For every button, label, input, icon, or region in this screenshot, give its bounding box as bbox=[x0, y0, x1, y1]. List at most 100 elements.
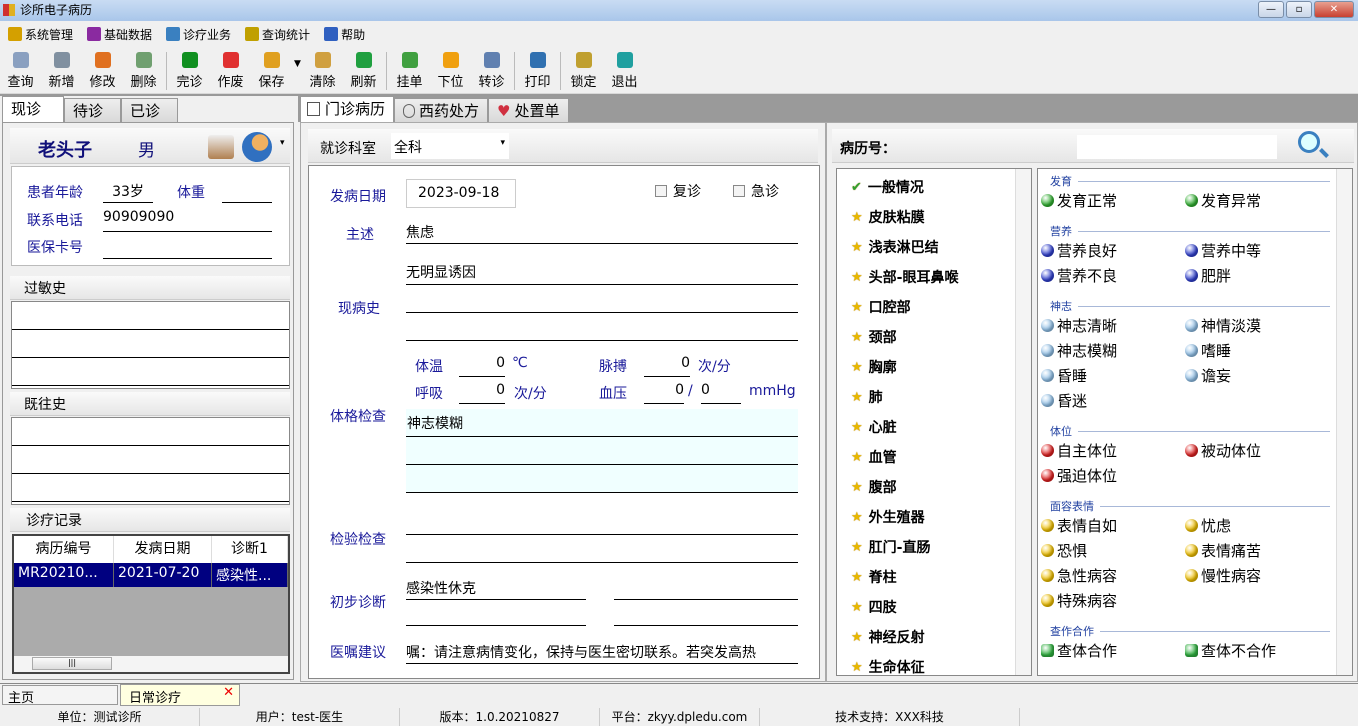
resp-field[interactable]: 0 bbox=[459, 382, 505, 404]
complaint-field[interactable]: 焦虑 bbox=[406, 222, 798, 244]
tab-waiting[interactable]: 待诊 bbox=[64, 98, 121, 123]
present-illness-field[interactable]: 无明显诱因 bbox=[406, 262, 798, 285]
allergy-field[interactable] bbox=[11, 301, 290, 389]
toolbar-button-3[interactable]: 删除 bbox=[123, 51, 164, 90]
tab-prescription[interactable]: 西药处方 bbox=[394, 98, 489, 123]
tree-item[interactable]: ★ 头部-眼耳鼻喉 bbox=[837, 262, 1031, 292]
tree-item[interactable]: ★ 口腔部 bbox=[837, 292, 1031, 322]
toolbar-button-15[interactable]: 打印 bbox=[517, 51, 558, 90]
minimize-button[interactable]: — bbox=[1258, 1, 1284, 18]
toolbar-button-1[interactable]: 新增 bbox=[41, 51, 82, 90]
exam-field[interactable]: 神志模糊 bbox=[406, 409, 798, 493]
emergency-checkbox[interactable] bbox=[733, 185, 745, 197]
scroll-thumb[interactable]: ||| bbox=[32, 657, 112, 670]
toolbar-button-17[interactable]: 锁定 bbox=[563, 51, 604, 90]
weight-field[interactable] bbox=[222, 181, 272, 203]
column-header[interactable]: 诊断1 bbox=[212, 536, 288, 563]
table-row[interactable]: MR20210... 2021-07-20 感染性... bbox=[14, 563, 288, 587]
option-item[interactable]: 神情淡漠 bbox=[1185, 315, 1261, 336]
option-item[interactable]: 嗜睡 bbox=[1185, 340, 1231, 361]
option-item[interactable]: 被动体位 bbox=[1185, 440, 1261, 461]
tab-treatment[interactable]: ♥ 处置单 bbox=[488, 98, 569, 123]
menu-4[interactable]: 帮助 bbox=[324, 26, 365, 43]
column-header[interactable]: 病历编号 bbox=[14, 536, 114, 563]
toolbar-button-8[interactable]: 清除 bbox=[302, 51, 343, 90]
menu-3[interactable]: 查询统计 bbox=[245, 26, 310, 43]
toolbar-button-0[interactable]: 查询 bbox=[0, 51, 41, 90]
column-header[interactable]: 发病日期 bbox=[114, 536, 212, 563]
toolbar-button-7[interactable]: 保存 bbox=[251, 51, 292, 90]
tab-daily-treatment[interactable]: 日常诊疗 ✕ bbox=[120, 684, 240, 706]
bp-diastolic-field[interactable]: 0 bbox=[701, 382, 741, 404]
tree-item[interactable]: ★ 皮肤粘膜 bbox=[837, 202, 1031, 232]
tree-item[interactable]: ★ 脊柱 bbox=[837, 562, 1031, 592]
tree-item[interactable]: ★ 外生殖器 bbox=[837, 502, 1031, 532]
tab-home[interactable]: 主页 bbox=[2, 685, 118, 706]
option-item[interactable]: 营养中等 bbox=[1185, 240, 1261, 261]
option-item[interactable]: 查体合作 bbox=[1041, 640, 1117, 661]
temp-field[interactable]: 0 bbox=[459, 355, 505, 377]
menu-1[interactable]: 基础数据 bbox=[87, 26, 152, 43]
menu-2[interactable]: 诊疗业务 bbox=[166, 26, 231, 43]
search-icon[interactable] bbox=[1298, 131, 1320, 153]
tree-scrollbar[interactable] bbox=[1015, 169, 1031, 675]
history-field[interactable] bbox=[11, 417, 290, 505]
pulse-field[interactable]: 0 bbox=[644, 355, 690, 377]
tree-item[interactable]: ★ 浅表淋巴结 bbox=[837, 232, 1031, 262]
tree-item[interactable]: ★ 腹部 bbox=[837, 472, 1031, 502]
tree-item[interactable]: ★ 心脏 bbox=[837, 412, 1031, 442]
diagnosis-1-field[interactable]: 感染性休克 bbox=[406, 578, 586, 600]
menu-0[interactable]: 系统管理 bbox=[8, 26, 73, 43]
option-item[interactable]: 发育异常 bbox=[1185, 190, 1261, 211]
tree-item[interactable]: ★ 神经反射 bbox=[837, 622, 1031, 652]
tree-item[interactable]: ★ 生命体征 bbox=[837, 652, 1031, 676]
option-item[interactable]: 营养不良 bbox=[1041, 265, 1117, 286]
patient-select-icon[interactable] bbox=[242, 132, 272, 162]
option-item[interactable]: 昏睡 bbox=[1041, 365, 1087, 386]
option-item[interactable]: 营养良好 bbox=[1041, 240, 1117, 261]
close-button[interactable]: ✕ bbox=[1314, 1, 1354, 18]
option-item[interactable]: 昏迷 bbox=[1041, 390, 1087, 411]
tree-item[interactable]: ★ 血管 bbox=[837, 442, 1031, 472]
onset-date-field[interactable]: 2023-09-18 bbox=[406, 179, 516, 208]
toolbar-button-11[interactable]: 挂单 bbox=[389, 51, 430, 90]
bp-systolic-field[interactable]: 0 bbox=[644, 382, 684, 404]
option-item[interactable]: 神志清晰 bbox=[1041, 315, 1117, 336]
toolbar-button-12[interactable]: 下位 bbox=[430, 51, 471, 90]
toolbar-button-6[interactable]: 作废 bbox=[210, 51, 251, 90]
option-item[interactable]: 神志模糊 bbox=[1041, 340, 1117, 361]
option-item[interactable]: 发育正常 bbox=[1041, 190, 1117, 211]
toolbar-button-18[interactable]: 退出 bbox=[604, 51, 645, 90]
dept-select[interactable]: 全科 ▾ bbox=[391, 133, 509, 159]
option-item[interactable]: 强迫体位 bbox=[1041, 465, 1117, 486]
toolbar-button-13[interactable]: 转诊 bbox=[471, 51, 512, 90]
tree-item[interactable]: ✔ 一般情况 bbox=[837, 172, 1031, 202]
tree-item[interactable]: ★ 肺 bbox=[837, 382, 1031, 412]
card-field[interactable] bbox=[103, 237, 272, 259]
tab-outpatient-record[interactable]: 门诊病历 bbox=[300, 96, 395, 123]
option-item[interactable]: 表情自如 bbox=[1041, 515, 1117, 536]
phone-field[interactable]: 90909090 bbox=[103, 209, 272, 232]
advice-field[interactable]: 嘱：请注意病情变化，保持与医生密切联系。若突发高热 bbox=[406, 642, 798, 664]
close-tab-icon[interactable]: ✕ bbox=[223, 685, 234, 700]
tree-item[interactable]: ★ 胸廓 bbox=[837, 352, 1031, 382]
toolbar-button-5[interactable]: 完诊 bbox=[169, 51, 210, 90]
maximize-button[interactable]: ▫ bbox=[1286, 1, 1312, 18]
record-no-input[interactable] bbox=[1077, 135, 1277, 159]
tab-done[interactable]: 已诊 bbox=[121, 98, 178, 123]
option-item[interactable]: 特殊病容 bbox=[1041, 590, 1117, 611]
chevron-down-icon[interactable]: ▾ bbox=[280, 138, 285, 148]
tree-item[interactable]: ★ 颈部 bbox=[837, 322, 1031, 352]
option-item[interactable]: 急性病容 bbox=[1041, 565, 1117, 586]
option-item[interactable]: 肥胖 bbox=[1185, 265, 1231, 286]
option-item[interactable]: 谵妄 bbox=[1185, 365, 1231, 386]
toolbar-button-9[interactable]: 刷新 bbox=[343, 51, 384, 90]
tab-current[interactable]: 现诊 bbox=[2, 96, 64, 123]
save-dropdown-icon[interactable]: ▼ bbox=[294, 59, 302, 69]
horizontal-scrollbar[interactable]: ||| bbox=[14, 656, 288, 672]
age-field[interactable]: 33岁 bbox=[103, 181, 153, 203]
toolbar-button-2[interactable]: 修改 bbox=[82, 51, 123, 90]
options-scrollbar[interactable] bbox=[1336, 169, 1352, 675]
tree-item[interactable]: ★ 肛门-直肠 bbox=[837, 532, 1031, 562]
option-item[interactable]: 自主体位 bbox=[1041, 440, 1117, 461]
